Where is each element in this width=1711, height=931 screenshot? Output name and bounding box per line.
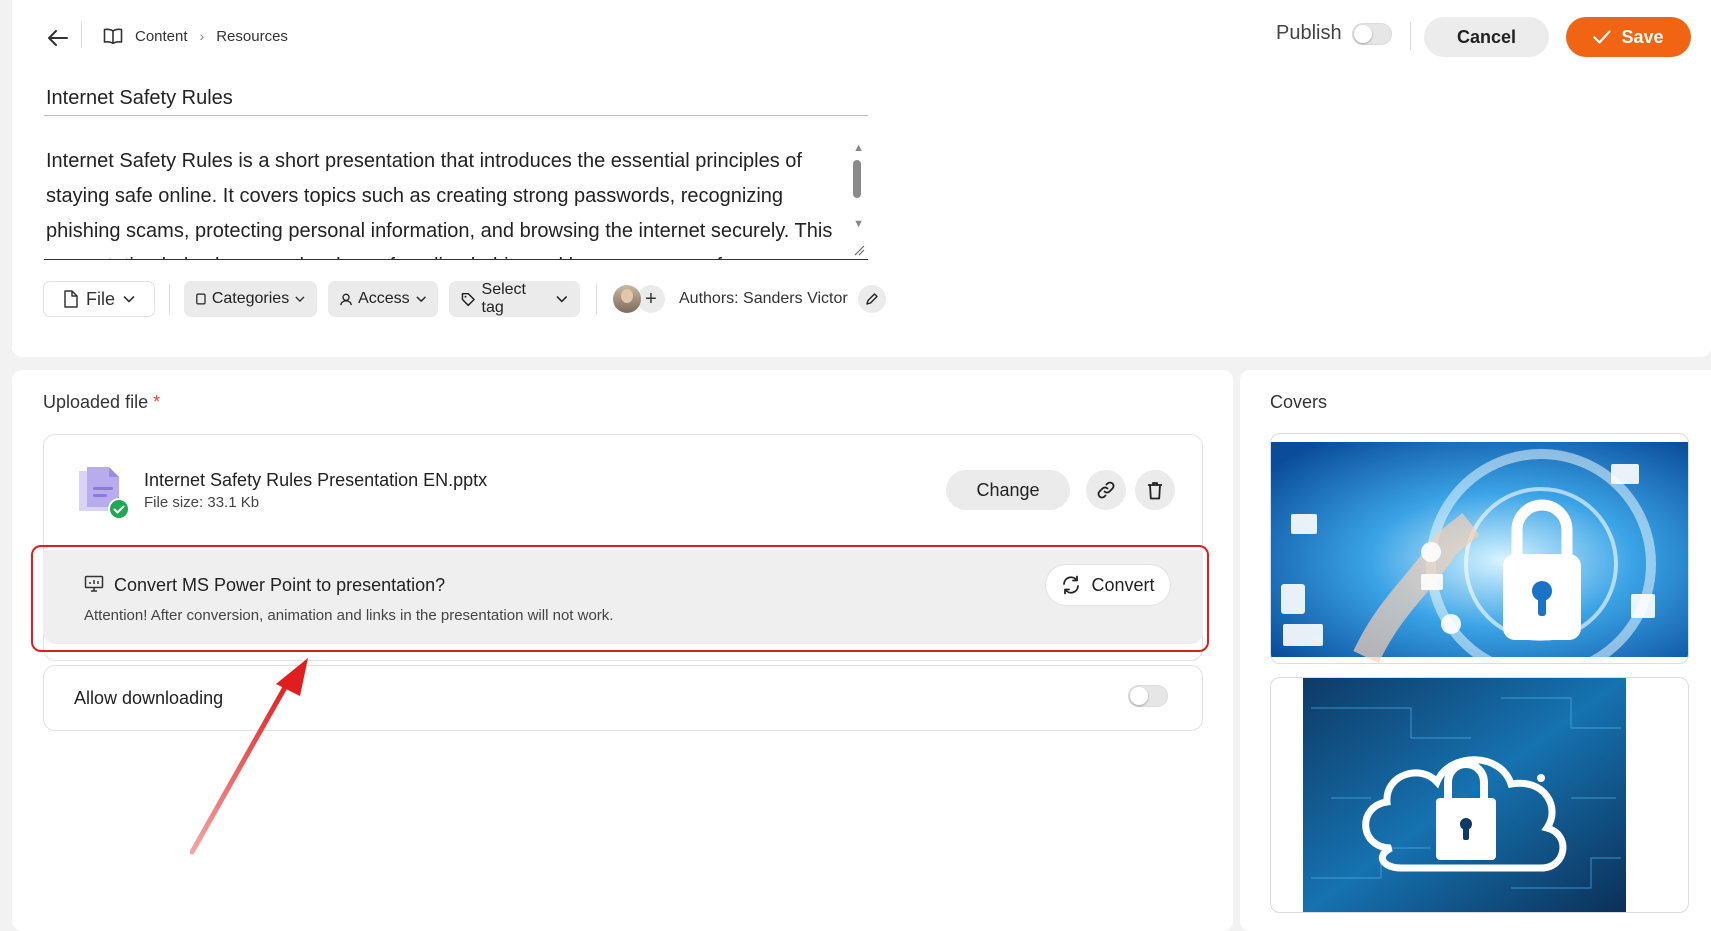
- required-mark: *: [153, 392, 161, 412]
- pencil-icon: [866, 292, 878, 305]
- allow-downloading-toggle[interactable]: [1128, 685, 1168, 707]
- trash-icon: [1148, 481, 1162, 499]
- toggle-knob: [1130, 687, 1148, 705]
- save-label: Save: [1621, 26, 1664, 47]
- tag-icon: [461, 292, 475, 306]
- title-input[interactable]: [44, 82, 868, 116]
- delete-file-button[interactable]: [1135, 470, 1175, 510]
- uploaded-file-heading: Uploaded file *: [43, 392, 160, 413]
- file-size: File size: 33.1 Kb: [144, 494, 260, 511]
- file-dropdown-label: File: [85, 288, 115, 309]
- authors-label: Authors: Sanders Victor: [679, 290, 848, 307]
- square-icon: [196, 293, 206, 305]
- access-dropdown[interactable]: Access: [328, 281, 438, 317]
- covers-heading: Covers: [1270, 392, 1328, 412]
- resize-handle-icon[interactable]: [852, 243, 866, 257]
- refresh-icon: [1063, 575, 1080, 595]
- book-icon: [103, 26, 125, 46]
- chevron-down-icon: [416, 296, 426, 303]
- breadcrumb-resources[interactable]: Resources: [216, 28, 288, 45]
- chevron-down-icon: [123, 295, 135, 303]
- tag-dropdown[interactable]: Select tag: [449, 281, 580, 317]
- divider: [81, 22, 82, 48]
- resource-toolbar: File Categories Access Select tag + Auth…: [43, 281, 886, 317]
- allow-downloading-label: Allow downloading: [74, 688, 224, 708]
- link-icon: [1097, 481, 1115, 499]
- chevron-down-icon: [295, 296, 305, 302]
- breadcrumb-content[interactable]: Content: [135, 28, 188, 45]
- cover-image-cloud-lock[interactable]: [1270, 677, 1689, 913]
- user-icon: [340, 293, 352, 305]
- publish-control: Publish: [1276, 22, 1392, 45]
- publish-label: Publish: [1276, 22, 1342, 44]
- file-name: Internet Safety Rules Presentation EN.pp…: [144, 470, 488, 490]
- cancel-button[interactable]: Cancel: [1424, 17, 1549, 57]
- presentation-icon: [84, 575, 104, 592]
- edit-authors-button[interactable]: [857, 285, 886, 313]
- description-textarea[interactable]: Internet Safety Rules is a short present…: [44, 140, 868, 260]
- scroll-up-icon[interactable]: ▲: [853, 142, 864, 154]
- chevron-right-icon: ›: [199, 28, 205, 44]
- save-button[interactable]: Save: [1566, 17, 1691, 57]
- convert-panel: [43, 550, 1203, 644]
- toggle-knob: [1353, 24, 1372, 43]
- breadcrumb: Content › Resources: [103, 26, 288, 46]
- check-icon: [1593, 30, 1612, 44]
- presentation-file-icon: [79, 467, 130, 520]
- back-arrow-icon[interactable]: [44, 24, 72, 52]
- convert-label: Convert: [1091, 574, 1155, 595]
- add-author-button[interactable]: +: [637, 285, 665, 313]
- scroll-down-icon[interactable]: ▼: [853, 218, 864, 230]
- chevron-down-icon: [556, 296, 568, 303]
- uploaded-file-label: Uploaded file: [43, 392, 149, 412]
- categories-dropdown[interactable]: Categories: [184, 281, 317, 317]
- cover-image-padlock[interactable]: [1270, 433, 1689, 664]
- categories-label: Categories: [211, 290, 290, 307]
- divider: [1410, 22, 1411, 50]
- change-file-button[interactable]: Change: [946, 470, 1070, 510]
- description-text: Internet Safety Rules is a short present…: [46, 150, 833, 259]
- file-dropdown[interactable]: File: [43, 281, 155, 317]
- convert-button[interactable]: Convert: [1046, 565, 1170, 605]
- scrollbar-thumb[interactable]: [853, 160, 861, 198]
- divider: [169, 284, 170, 314]
- access-label: Access: [358, 290, 410, 307]
- file-icon: [64, 290, 78, 308]
- avatar[interactable]: [613, 285, 641, 313]
- convert-warning: Attention! After conversion, animation a…: [84, 607, 614, 624]
- divider: [596, 284, 597, 314]
- publish-toggle[interactable]: [1351, 22, 1392, 45]
- copy-link-button[interactable]: [1086, 470, 1126, 510]
- convert-title: Convert MS Power Point to presentation?: [114, 575, 446, 595]
- tag-label: Select tag: [481, 281, 526, 316]
